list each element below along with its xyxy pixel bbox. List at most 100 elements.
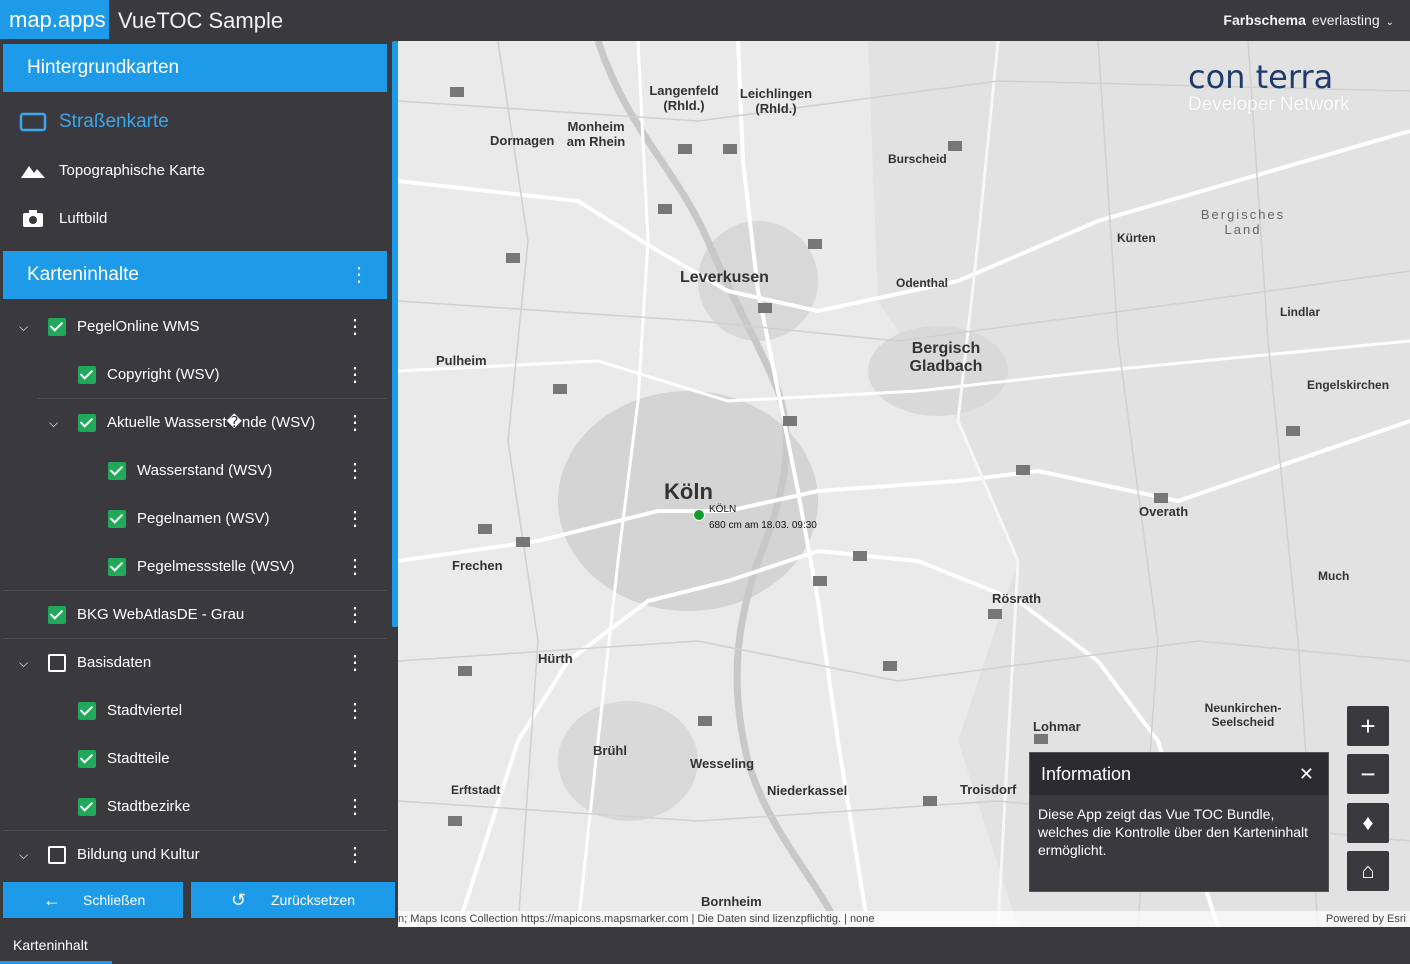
- chevron-down-icon: ⌄: [1385, 17, 1394, 28]
- more-options-icon[interactable]: ⋮: [345, 303, 365, 351]
- reset-button[interactable]: ↺ Zurücksetzen: [191, 882, 395, 918]
- layer-label: Stadtviertel: [107, 702, 183, 719]
- attribution-text: n; Maps Icons Collection https://mapicon…: [398, 913, 875, 925]
- layer-row[interactable]: Wasserstand (WSV) ⋮: [3, 447, 387, 495]
- arrow-left-icon: ←: [43, 890, 61, 910]
- layer-label: Basisdaten: [77, 654, 152, 671]
- more-options-icon[interactable]: ⋮: [345, 495, 365, 543]
- brand-logo[interactable]: map.apps: [0, 0, 109, 39]
- layer-checkbox[interactable]: [78, 702, 96, 720]
- layer-row[interactable]: Copyright (WSV) ⋮: [3, 351, 387, 399]
- bottom-bar: Karteninhalt: [0, 927, 1410, 964]
- zoom-out-button[interactable]: −: [1347, 754, 1389, 794]
- color-scheme-value: everlasting: [1311, 12, 1380, 28]
- city-label: Langenfeld (Rhld.): [649, 83, 719, 113]
- toc-panel: Hintergrundkarten Straßenkarte Topograph…: [0, 41, 398, 927]
- layer-checkbox[interactable]: [78, 750, 96, 768]
- basemap-label: Luftbild: [59, 210, 108, 227]
- basemap-item-strassenkarte[interactable]: Straßenkarte: [3, 98, 387, 146]
- layer-label: Stadtbezirke: [107, 798, 191, 815]
- basemap-label: Straßenkarte: [59, 111, 169, 132]
- city-label: Burscheid: [888, 152, 947, 166]
- layer-row[interactable]: Stadtteile ⋮: [3, 735, 387, 783]
- layer-checkbox[interactable]: [78, 798, 96, 816]
- chevron-down-icon[interactable]: ⌵: [19, 831, 28, 879]
- camera-icon: [23, 210, 43, 227]
- gauge-value: 680 cm am 18.03. 09:30: [709, 520, 817, 531]
- city-label: Bornheim: [701, 894, 762, 909]
- top-bar: map.apps VueTOC Sample Farbschema everlas…: [0, 0, 1410, 41]
- more-options-icon[interactable]: ⋮: [345, 735, 365, 783]
- layer-checkbox[interactable]: [48, 606, 66, 624]
- compass-button[interactable]: ♦: [1347, 803, 1389, 843]
- layer-checkbox[interactable]: [108, 510, 126, 528]
- reset-button-label: Zurücksetzen: [271, 892, 356, 908]
- more-options-icon[interactable]: ⋮: [345, 831, 365, 879]
- layer-label: Wasserstand (WSV): [137, 462, 273, 479]
- layer-row[interactable]: BKG WebAtlasDE - Grau ⋮: [3, 591, 387, 639]
- chevron-down-icon[interactable]: ⌵: [19, 303, 28, 351]
- layer-row[interactable]: Stadtbezirke ⋮: [3, 783, 387, 831]
- tab-karteninhalt[interactable]: Karteninhalt: [0, 927, 112, 964]
- more-options-icon[interactable]: ⋮: [345, 399, 365, 447]
- close-button-label: Schließen: [83, 892, 146, 908]
- layer-row[interactable]: Stadtviertel ⋮: [3, 687, 387, 735]
- basemaps-header: Hintergrundkarten: [3, 44, 387, 92]
- panel-scrollbar[interactable]: [392, 41, 398, 627]
- zoom-in-button[interactable]: +: [1347, 706, 1389, 746]
- layer-row[interactable]: Pegelnamen (WSV) ⋮: [3, 495, 387, 543]
- layer-checkbox[interactable]: [108, 462, 126, 480]
- more-options-icon[interactable]: ⋮: [345, 543, 365, 591]
- layer-row[interactable]: ⌵ Bildung und Kultur ⋮: [3, 831, 387, 879]
- chevron-down-icon[interactable]: ⌵: [49, 399, 58, 447]
- more-options-icon[interactable]: ⋮: [345, 783, 365, 831]
- compass-icon: ♦: [1362, 810, 1374, 835]
- layer-label: Aktuelle Wasserst�nde (WSV): [107, 414, 316, 431]
- chevron-down-icon[interactable]: ⌵: [19, 639, 28, 687]
- layer-row[interactable]: Pegelmessstelle (WSV) ⋮: [3, 543, 387, 591]
- more-options-icon[interactable]: ⋮: [345, 351, 365, 399]
- layer-label: Bildung und Kultur: [77, 846, 200, 863]
- close-button[interactable]: ← Schließen: [3, 882, 183, 918]
- color-scheme-selector[interactable]: Farbschema everlasting ⌄: [1223, 0, 1394, 41]
- layer-row[interactable]: ⌵ Aktuelle Wasserst�nde (WSV) ⋮: [3, 399, 387, 447]
- city-label: Neunkirchen-Seelscheid: [1204, 701, 1282, 729]
- layer-checkbox[interactable]: [48, 846, 66, 864]
- map-attribution: n; Maps Icons Collection https://mapicon…: [398, 911, 1410, 927]
- basemap-label: Topographische Karte: [59, 162, 205, 179]
- logo-main-text: con terra: [1188, 58, 1334, 96]
- layer-checkbox[interactable]: [48, 318, 66, 336]
- layer-checkbox[interactable]: [78, 414, 96, 432]
- color-scheme-label: Farbschema: [1223, 12, 1306, 28]
- layer-checkbox[interactable]: [108, 558, 126, 576]
- content-title: Karteninhalte: [27, 264, 139, 285]
- conterra-logo: con terra Developer Network: [1188, 58, 1388, 116]
- more-options-icon[interactable]: ⋮: [345, 591, 365, 639]
- more-options-icon[interactable]: ⋮: [345, 687, 365, 735]
- info-body: Diese App zeigt das Vue TOC Bundle, welc…: [1038, 806, 1309, 858]
- layer-row[interactable]: ⌵ Basisdaten ⋮: [3, 639, 387, 687]
- powered-by-link[interactable]: Powered by Esri: [1326, 911, 1406, 927]
- gauge-marker[interactable]: [693, 509, 705, 521]
- city-label: Niederkassel: [767, 783, 848, 798]
- layer-checkbox[interactable]: [78, 366, 96, 384]
- monitor-icon: [19, 112, 47, 132]
- region-label: Bergisches Land: [1200, 207, 1286, 237]
- city-label: Engelskirchen: [1307, 378, 1390, 392]
- city-label: Dormagen: [490, 133, 555, 148]
- more-options-icon[interactable]: ⋮: [345, 447, 365, 495]
- more-options-icon[interactable]: ⋮: [345, 639, 365, 687]
- reset-icon: ↺: [231, 890, 247, 910]
- layer-row[interactable]: ⌵ PegelOnline WMS ⋮: [3, 303, 387, 351]
- layer-checkbox[interactable]: [48, 654, 66, 672]
- city-label: Frechen: [452, 558, 503, 573]
- close-icon[interactable]: ✕: [1299, 753, 1314, 795]
- city-label: Lindlar: [1280, 305, 1321, 319]
- basemap-item-luftbild[interactable]: Luftbild: [3, 195, 387, 243]
- home-button[interactable]: ⌂: [1347, 851, 1389, 891]
- city-label: Hürth: [538, 651, 573, 666]
- basemap-item-topographisch[interactable]: Topographische Karte: [3, 147, 387, 195]
- city-label: Leichlingen (Rhld.): [739, 86, 813, 116]
- more-options-icon[interactable]: ⋮: [349, 251, 369, 299]
- city-label: Köln: [664, 479, 713, 504]
